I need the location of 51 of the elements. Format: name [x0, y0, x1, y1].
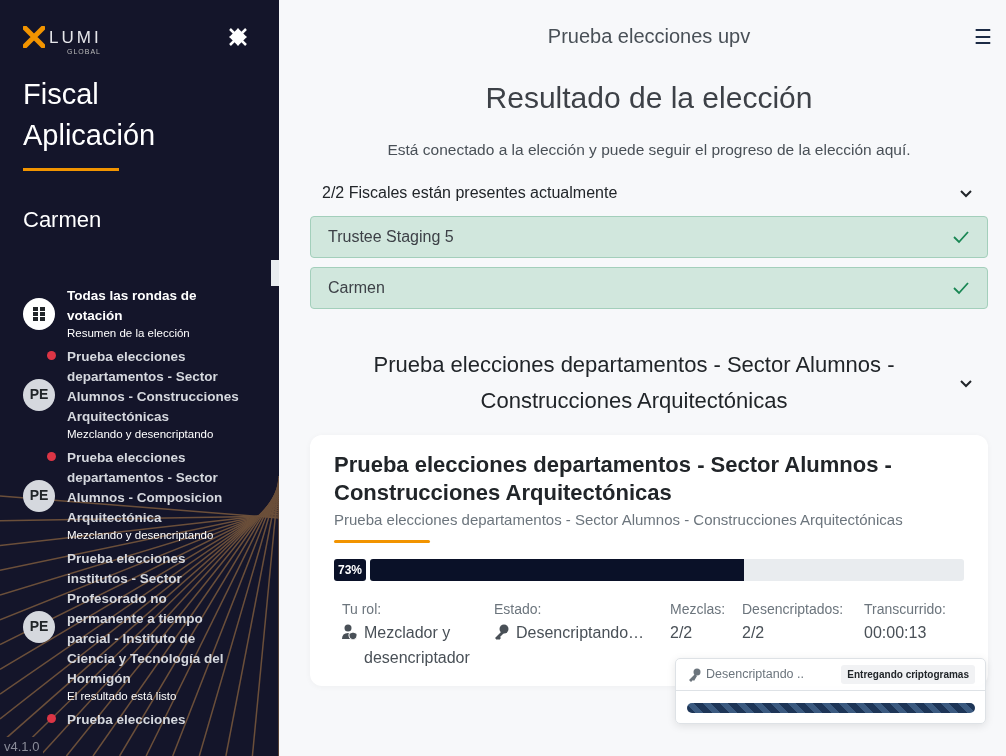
item-status: Mezclando y desencriptando [67, 528, 215, 543]
item-status: El resultado está listo [67, 689, 178, 704]
stat-label: Mezclas: [670, 599, 726, 619]
user-name: Carmen [23, 206, 103, 234]
sidebar-item[interactable]: PE Prueba elecciones institutos - Sector Profesorado no permanente a tiempo parcial - Instituto de Ciencia y Tecnología del Hormigón El resultado está listo [23, 549, 245, 704]
popover-status: Desencriptando .. [706, 666, 804, 684]
sidebar-item[interactable]: Todas las rondas de votación Resumen de la elección [23, 286, 245, 341]
stat-label: Desencriptados: [742, 599, 845, 619]
stat-label: Transcurrido: [864, 599, 947, 619]
status-badge: Entregando criptogramas [841, 665, 975, 684]
avatar: PE [23, 479, 55, 512]
stat-label: Estado: [494, 599, 543, 619]
card-title: Prueba elecciones departamentos - Sector Alumnos - Construcciones Arquitectónicas [334, 451, 893, 508]
key-icon [494, 623, 510, 640]
item-title: Prueba elecciones departamentos - Sector Alumnos - Construcciones Arquitectónicas [67, 348, 240, 426]
item-title: Prueba elecciones departamentos - Sector Alumnos - Composicion Arquitectónica [67, 449, 224, 527]
stat-value: 2/2 [670, 622, 694, 643]
app-title: Fiscal Aplicación [23, 77, 157, 153]
stat-value: 2/2 [742, 622, 766, 643]
item-title: Prueba elecciones [67, 711, 186, 729]
avatar: PE [23, 378, 55, 411]
sidebar-item[interactable]: Prueba elecciones [23, 710, 245, 730]
stat-label: Tu rol: [342, 599, 383, 619]
user-shield-icon [342, 623, 358, 640]
menu-button[interactable]: ☰ [974, 22, 992, 52]
intro-text: Está conectado a la elección y puede seguir el progreso de la elección aquí. [386, 140, 912, 160]
logo-icon [23, 26, 45, 48]
grid-icon [23, 297, 55, 330]
card-subtitle: Prueba elecciones departamentos - Sector Alumnos - Construcciones Arquitectónicas [334, 510, 904, 531]
item-title: Prueba elecciones institutos - Sector Profesorado no permanente a tiempo parcial - Instituto de Ciencia y Tecnología del Hormigón [67, 550, 225, 688]
item-title: Todas las rondas de votación [67, 287, 198, 325]
sidebar-item[interactable]: PE Prueba elecciones departamentos - Sector Alumnos - Composicion Arquitectónica Mezclando y desencriptando [23, 448, 245, 543]
logo-text: LUMI [49, 28, 102, 46]
item-status: Resumen de la elección [67, 326, 191, 341]
avatar: PE [23, 610, 55, 643]
trustee-name: Carmen [328, 278, 385, 299]
election-heading: Prueba elecciones departamentos - Sector Alumnos - Construcciones Arquitectónicas [372, 351, 896, 416]
header-title: Prueba elecciones upv [547, 24, 751, 49]
sidebar-item[interactable]: PE Prueba elecciones departamentos - Sector Alumnos - Construcciones Arquitectónicas Mezclando y desencriptando [23, 347, 245, 442]
percent-badge: 73% [334, 558, 367, 581]
scrollbar-thumb[interactable] [271, 260, 279, 286]
key-icon [688, 667, 702, 682]
trustee-name: Trustee Staging 5 [328, 227, 454, 248]
item-status: Mezclando y desencriptando [67, 427, 215, 442]
page-title: Resultado de la elección [484, 80, 814, 116]
stat-value: Desencriptando… [516, 622, 645, 643]
stat-value: 00:00:13 [864, 622, 928, 643]
collapse-icon[interactable] [229, 28, 247, 46]
version-text: v4.1.0 [0, 736, 44, 756]
trustees-summary[interactable]: 2/2 Fiscales están presentes actualmente [322, 181, 618, 206]
stat-value: Mezclador y desencriptador [364, 622, 471, 668]
